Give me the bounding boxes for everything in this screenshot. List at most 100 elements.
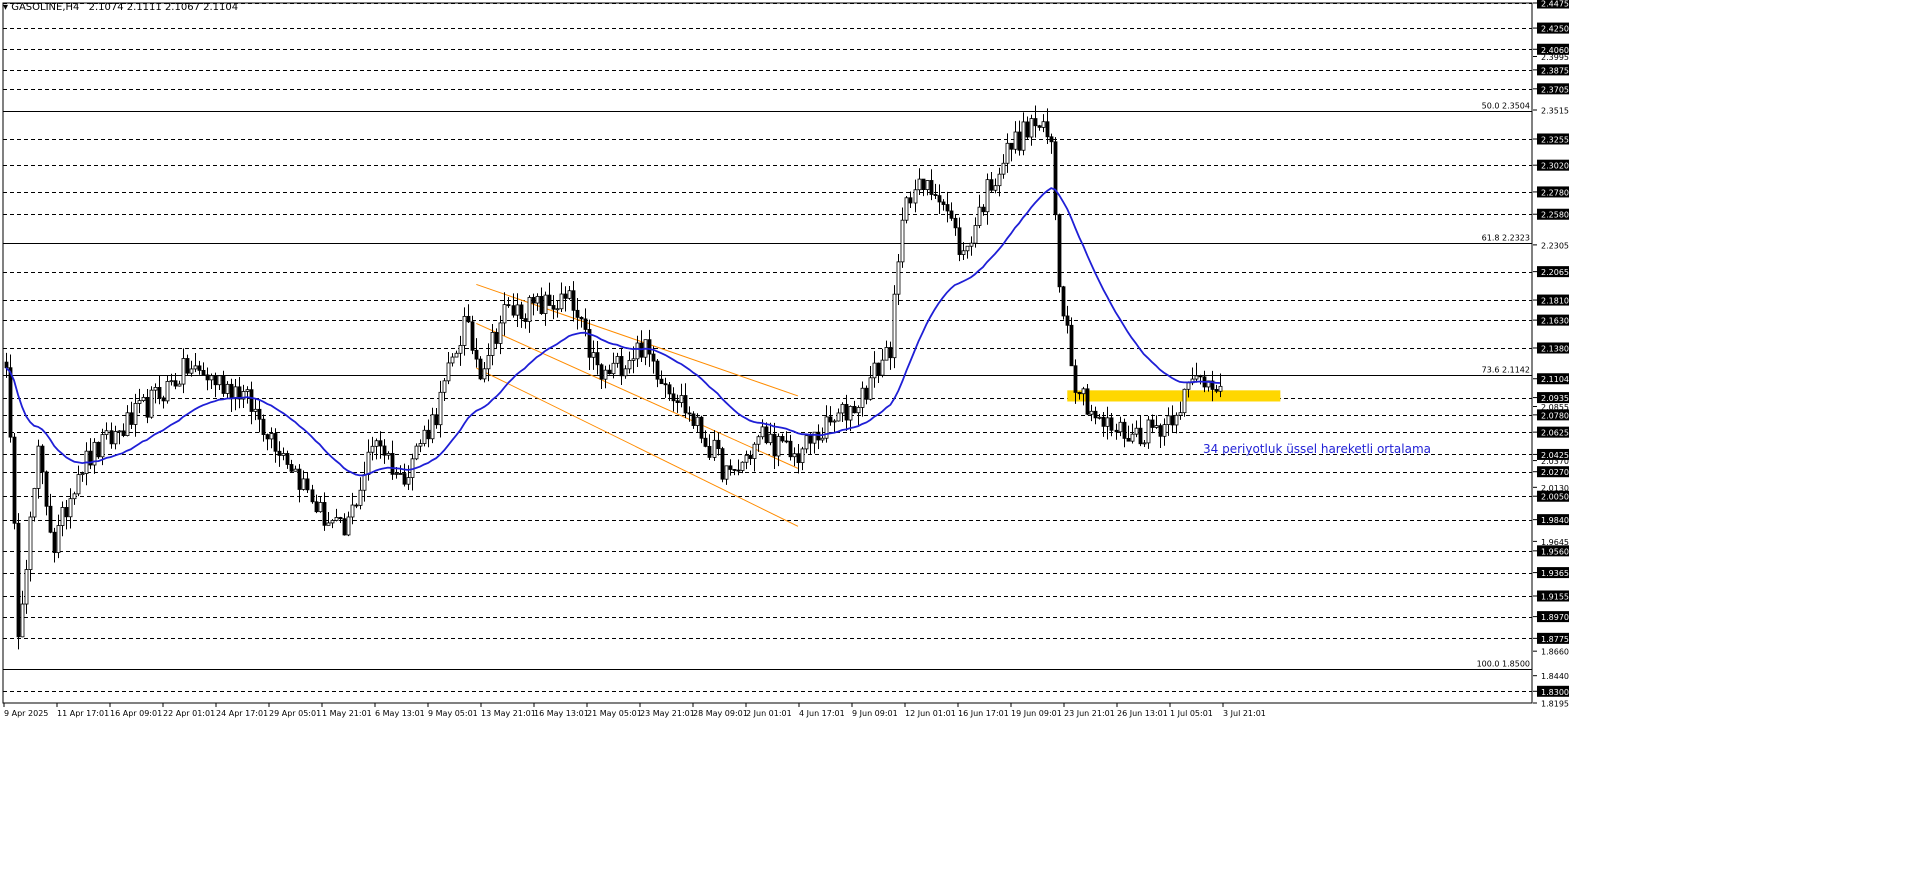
candle-body	[679, 395, 684, 404]
candle-body	[24, 569, 29, 605]
candle-body	[969, 242, 974, 247]
time-tick-label: 23 May 21:01	[640, 709, 695, 718]
candle-body	[671, 393, 676, 402]
candle-body	[683, 395, 688, 414]
support-zone	[1067, 390, 1281, 402]
candle-body	[490, 332, 495, 356]
candle-body	[185, 358, 190, 374]
candle-body	[559, 293, 564, 310]
candle-body	[1097, 416, 1102, 419]
candle-body	[1122, 421, 1127, 439]
candle-body	[695, 416, 700, 426]
candle-body	[1017, 131, 1022, 151]
candle-body	[884, 347, 889, 361]
candle-body	[635, 342, 640, 360]
candle-body	[872, 362, 877, 379]
candle-body	[450, 356, 455, 364]
candle-body	[551, 305, 556, 310]
candle-body	[611, 362, 616, 375]
candle-body	[627, 359, 632, 370]
chart-canvas[interactable]: 50.0 2.3504 61.8 2.2323 73.6 2.1142 100.0 1…	[0, 0, 1916, 888]
candle-body	[1130, 433, 1135, 442]
price-chart[interactable]: ▾ GASOLINE,H4 2.1074 2.1111 2.1067 2.110…	[0, 0, 1916, 888]
candle-body	[555, 308, 560, 311]
candle-body	[607, 369, 612, 375]
candle-body	[1013, 131, 1018, 150]
candle-body	[301, 478, 306, 490]
price-tick-label: 2.0270	[1541, 468, 1569, 477]
candle-body	[20, 603, 25, 638]
candle-body	[269, 433, 274, 440]
price-tick-label: 1.9840	[1541, 516, 1569, 525]
candle-body	[844, 403, 849, 421]
candle-body	[56, 525, 61, 554]
candle-body	[1021, 121, 1026, 151]
candle-body	[796, 453, 801, 464]
price-tick-label: 1.8775	[1541, 635, 1569, 644]
candle-body	[44, 471, 49, 507]
candle-body	[728, 465, 733, 470]
candle-body	[129, 412, 134, 425]
candle-body	[52, 531, 57, 554]
candle-body	[1218, 385, 1223, 392]
candle-body	[414, 445, 419, 460]
price-tick-label: 2.2065	[1541, 268, 1569, 277]
candle-body	[519, 304, 524, 320]
candle-body	[957, 227, 962, 255]
candle-body	[1138, 427, 1143, 445]
candle-body	[993, 185, 998, 191]
candle-body	[880, 359, 885, 376]
candle-body	[141, 396, 146, 402]
candle-body	[591, 352, 596, 358]
candle-body	[543, 294, 548, 314]
time-tick-label: 1 May 21:01	[322, 709, 372, 718]
candle-body	[402, 473, 407, 485]
candle-body	[856, 407, 861, 414]
candle-body	[494, 332, 499, 344]
candle-body	[740, 461, 745, 471]
candle-body	[1009, 142, 1014, 150]
candle-body	[724, 465, 729, 480]
plot-frame	[2, 2, 1533, 704]
candle-body	[322, 502, 327, 526]
candle-body	[1101, 416, 1106, 427]
candle-body	[949, 210, 954, 219]
candle-body	[233, 386, 238, 400]
candle-body	[663, 383, 668, 386]
time-tick-label: 12 Jun 01:01	[905, 709, 956, 718]
candle-body	[804, 435, 809, 450]
candle-body	[12, 436, 17, 524]
candle-body	[1150, 419, 1155, 428]
time-tick-label: 29 Apr 05:01	[269, 709, 321, 718]
candle-body	[474, 349, 479, 360]
candle-body	[1037, 125, 1042, 128]
candle-body	[506, 304, 511, 307]
candle-body	[1146, 419, 1151, 444]
candle-body	[1049, 136, 1054, 143]
candle-body	[153, 387, 158, 391]
candle-body	[169, 380, 174, 383]
candle-body	[137, 400, 142, 404]
time-tick-label: 28 May 09:01	[693, 709, 748, 718]
candle-body	[1005, 142, 1010, 164]
candle-body	[48, 505, 53, 533]
candle-body	[1065, 315, 1070, 326]
candle-body	[330, 520, 335, 524]
price-tick-label: 2.2580	[1541, 211, 1569, 220]
candle-body	[523, 318, 528, 322]
candle-body	[426, 429, 431, 440]
candle-body	[1194, 375, 1199, 380]
candle-body	[933, 194, 938, 196]
candle-body	[716, 439, 721, 450]
candle-body	[253, 408, 258, 412]
candle-body	[655, 360, 660, 380]
candle-body	[125, 412, 130, 436]
candle-body	[64, 507, 69, 518]
candle-body	[908, 197, 913, 204]
candle-body	[1182, 388, 1187, 414]
candle-body	[1057, 214, 1062, 288]
candle-body	[305, 478, 310, 491]
fibonacci-label: 61.8 2.2323	[1482, 234, 1530, 243]
candle-body	[732, 469, 737, 471]
candle-body	[784, 440, 789, 443]
